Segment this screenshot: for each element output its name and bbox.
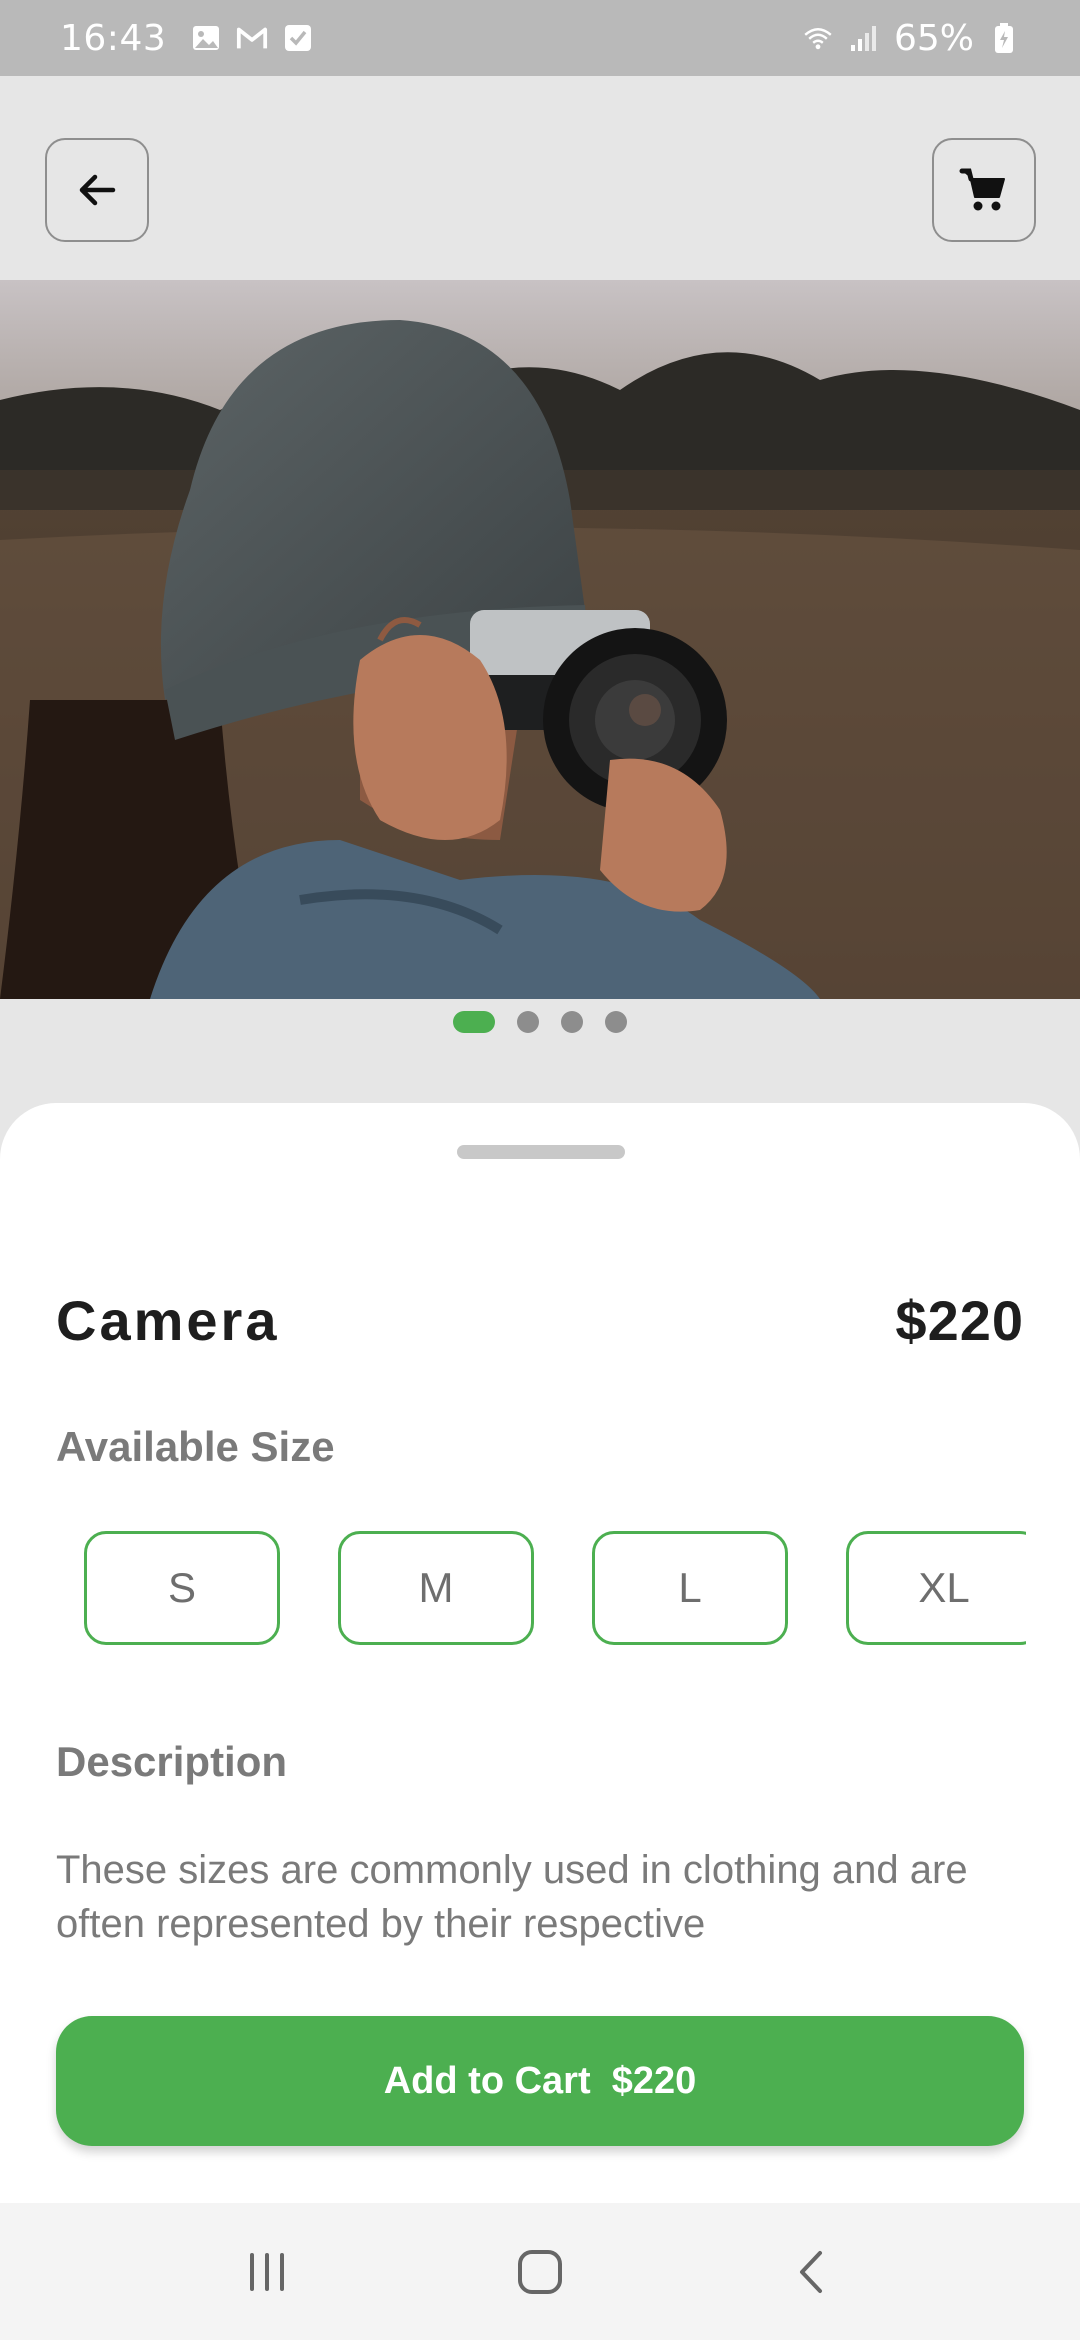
wifi-icon (802, 22, 834, 54)
pager-dot[interactable] (561, 1011, 583, 1033)
home-icon (517, 2249, 562, 2294)
app-bar (0, 76, 1080, 280)
size-selector: S M L XL (84, 1531, 1026, 1647)
image-pager (0, 1011, 1080, 1033)
battery-percentage: 65% (893, 17, 974, 59)
available-size-label: Available Size (56, 1423, 335, 1470)
size-option-s[interactable]: S (84, 1531, 280, 1645)
pager-dot[interactable] (605, 1011, 627, 1033)
product-image[interactable] (0, 280, 1080, 999)
gmail-icon (236, 22, 268, 54)
battery-icon (988, 22, 1020, 54)
pager-dot[interactable] (517, 1011, 539, 1033)
back-button[interactable] (45, 138, 149, 242)
cart-button[interactable] (932, 138, 1036, 242)
arrow-left-icon (79, 174, 116, 206)
status-bar: 16:43 65% (0, 0, 1080, 76)
title-row: Camera $220 (56, 1288, 1024, 1353)
signal-icon (848, 22, 880, 54)
shopping-cart-icon (959, 168, 1005, 211)
recent-apps-icon (249, 2252, 284, 2291)
pager-dot-active[interactable] (453, 1011, 495, 1033)
status-left: 16:43 (60, 18, 314, 59)
product-price: $220 (895, 1289, 1024, 1352)
back-nav-button[interactable] (768, 2227, 858, 2317)
description-text: These sizes are commonly used in clothin… (56, 1848, 968, 1946)
sheet-drag-handle[interactable] (457, 1145, 625, 1159)
status-right: 65% (802, 18, 1020, 59)
status-time: 16:43 (60, 17, 167, 59)
size-option-l[interactable]: L (592, 1531, 788, 1645)
description-label: Description (56, 1738, 288, 1785)
add-to-cart-button[interactable]: Add to Cart $220 (56, 2016, 1024, 2146)
product-details-sheet: Camera $220 Available Size S M L XL Desc… (0, 1103, 1080, 2203)
size-option-m[interactable]: M (338, 1531, 534, 1645)
size-option-xl[interactable]: XL (846, 1531, 1026, 1645)
recent-apps-button[interactable] (222, 2227, 312, 2317)
home-button[interactable] (495, 2227, 585, 2317)
checkbox-icon (282, 22, 314, 54)
system-nav-bar (0, 2203, 1080, 2340)
gallery-icon (190, 22, 222, 54)
product-name: Camera (56, 1289, 280, 1352)
back-nav-icon (800, 2250, 823, 2293)
